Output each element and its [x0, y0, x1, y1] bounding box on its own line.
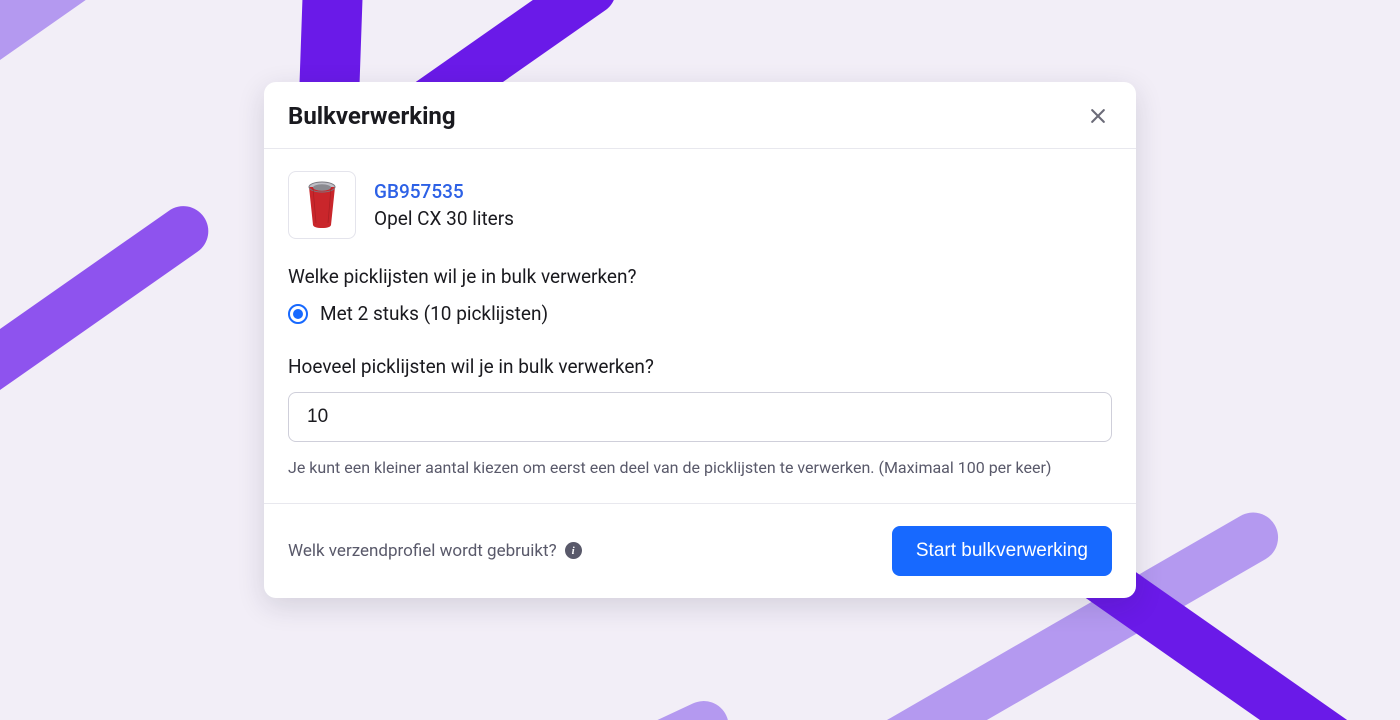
close-button[interactable] — [1084, 102, 1112, 130]
modal-body: GB957535 Opel CX 30 liters Welke picklij… — [264, 149, 1136, 503]
product-name: Opel CX 30 liters — [374, 207, 514, 230]
radio-option-label: Met 2 stuks (10 picklijsten) — [320, 302, 548, 325]
picklist-selection-label: Welke picklijsten wil je in bulk verwerk… — [288, 265, 1112, 288]
footer-note-text: Welk verzendprofiel wordt gebruikt? — [288, 541, 557, 561]
decorative-stripe — [0, 196, 218, 403]
product-image-icon — [305, 181, 339, 229]
modal-footer: Welk verzendprofiel wordt gebruikt? i St… — [264, 503, 1136, 598]
modal-header: Bulkverwerking — [264, 82, 1136, 149]
bulk-processing-modal: Bulkverwerking GB9575 — [264, 82, 1136, 598]
decorative-stripe — [353, 693, 737, 720]
shipping-profile-hint: Welk verzendprofiel wordt gebruikt? i — [288, 541, 582, 561]
product-thumbnail — [288, 171, 356, 239]
close-icon — [1088, 106, 1108, 126]
modal-title: Bulkverwerking — [288, 102, 456, 130]
quantity-input[interactable] — [288, 392, 1112, 442]
decorative-stripe — [0, 0, 245, 233]
info-icon[interactable]: i — [565, 542, 582, 559]
product-meta: GB957535 Opel CX 30 liters — [374, 180, 514, 230]
start-bulk-processing-button[interactable]: Start bulkverwerking — [892, 526, 1112, 576]
radio-icon — [288, 304, 308, 324]
quantity-hint: Je kunt een kleiner aantal kiezen om eer… — [288, 456, 1112, 481]
product-sku-link[interactable]: GB957535 — [374, 180, 514, 203]
picklist-option-radio[interactable]: Met 2 stuks (10 picklijsten) — [288, 302, 1112, 325]
quantity-label: Hoeveel picklijsten wil je in bulk verwe… — [288, 355, 1112, 378]
product-summary: GB957535 Opel CX 30 liters — [288, 171, 1112, 239]
